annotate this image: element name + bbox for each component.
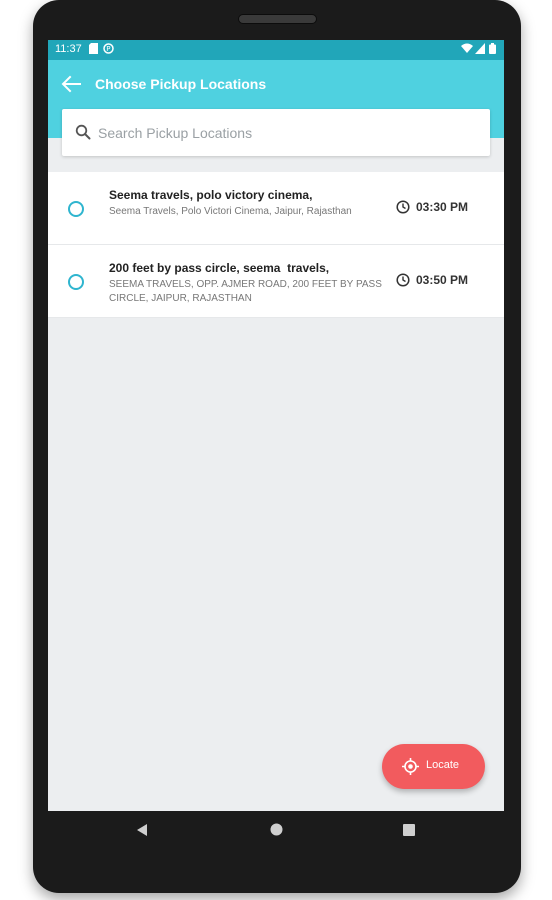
page-title: Choose Pickup Locations	[95, 76, 267, 92]
search-bar[interactable]	[62, 109, 490, 156]
clock-icon	[396, 200, 410, 214]
home-nav-icon[interactable]	[270, 823, 283, 841]
crosshair-icon	[402, 758, 419, 775]
system-nav-bar	[48, 811, 504, 851]
battery-icon	[489, 43, 496, 57]
locate-button-label: Locate	[426, 759, 460, 771]
list-item[interactable]: Seema travels, polo victory cinema, Seem…	[48, 172, 504, 245]
search-icon	[75, 124, 91, 140]
notification-icon: P	[103, 43, 114, 57]
app-screen: 11:37 P Choose Pickup Locations Search P…	[48, 40, 504, 811]
svg-text:P: P	[106, 45, 110, 53]
signal-icon	[475, 43, 485, 57]
recents-nav-icon[interactable]	[403, 823, 415, 841]
sd-card-icon	[89, 43, 98, 57]
locate-button[interactable]: Locate	[382, 744, 485, 789]
speaker-grille	[238, 14, 317, 24]
pickup-time: 03:50 PM	[416, 273, 469, 287]
back-nav-icon[interactable]	[136, 823, 148, 842]
clock-icon	[396, 273, 410, 287]
wifi-icon	[461, 43, 473, 57]
list-item[interactable]: 200 feet by pass circle, seema travels, …	[48, 245, 504, 318]
status-time: 11:37	[55, 43, 82, 55]
radio-button[interactable]	[68, 274, 84, 290]
location-title: Seema travels, polo victory cinema,	[109, 188, 313, 202]
location-address: SEEMA TRAVELS, OPP. AJMER ROAD, 200 FEET…	[109, 279, 382, 304]
status-bar: 11:37 P	[48, 40, 504, 60]
search-input[interactable]	[96, 120, 480, 146]
pickup-time: 03:30 PM	[416, 200, 469, 214]
location-address: Seema Travels, Polo Victori Cinema, Jaip…	[109, 206, 352, 217]
radio-button[interactable]	[68, 201, 84, 217]
location-title: 200 feet by pass circle, seema travels,	[109, 261, 330, 275]
pickup-location-list: Seema travels, polo victory cinema, Seem…	[48, 172, 504, 318]
arrow-left-icon[interactable]	[60, 74, 82, 94]
